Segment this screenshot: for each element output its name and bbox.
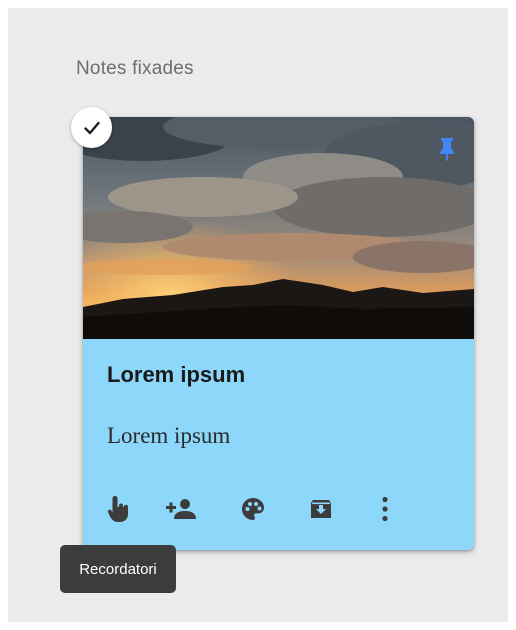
reminder-button[interactable] <box>99 489 139 529</box>
collaborator-icon <box>166 499 196 519</box>
note-title[interactable]: Lorem ipsum <box>107 362 245 388</box>
collaborator-button[interactable] <box>161 489 201 529</box>
more-vert-icon <box>382 496 388 522</box>
pin-icon[interactable] <box>438 137 456 161</box>
more-options-button[interactable] <box>365 489 405 529</box>
archive-button[interactable] <box>301 489 341 529</box>
select-note-checkbox[interactable] <box>71 107 112 148</box>
check-icon <box>83 121 100 134</box>
note-image <box>83 117 474 339</box>
reminder-hand-icon <box>107 496 128 522</box>
page-background: Notes fixades Lorem ipsum Lorem ipsum Re… <box>8 8 508 622</box>
archive-icon <box>311 500 331 518</box>
note-body[interactable]: Lorem ipsum <box>107 423 230 449</box>
color-button[interactable] <box>233 489 273 529</box>
section-label-pinned: Notes fixades <box>76 58 194 79</box>
tooltip: Recordatori <box>60 545 176 593</box>
note-card[interactable]: Lorem ipsum Lorem ipsum <box>83 117 474 550</box>
palette-icon <box>242 498 264 520</box>
